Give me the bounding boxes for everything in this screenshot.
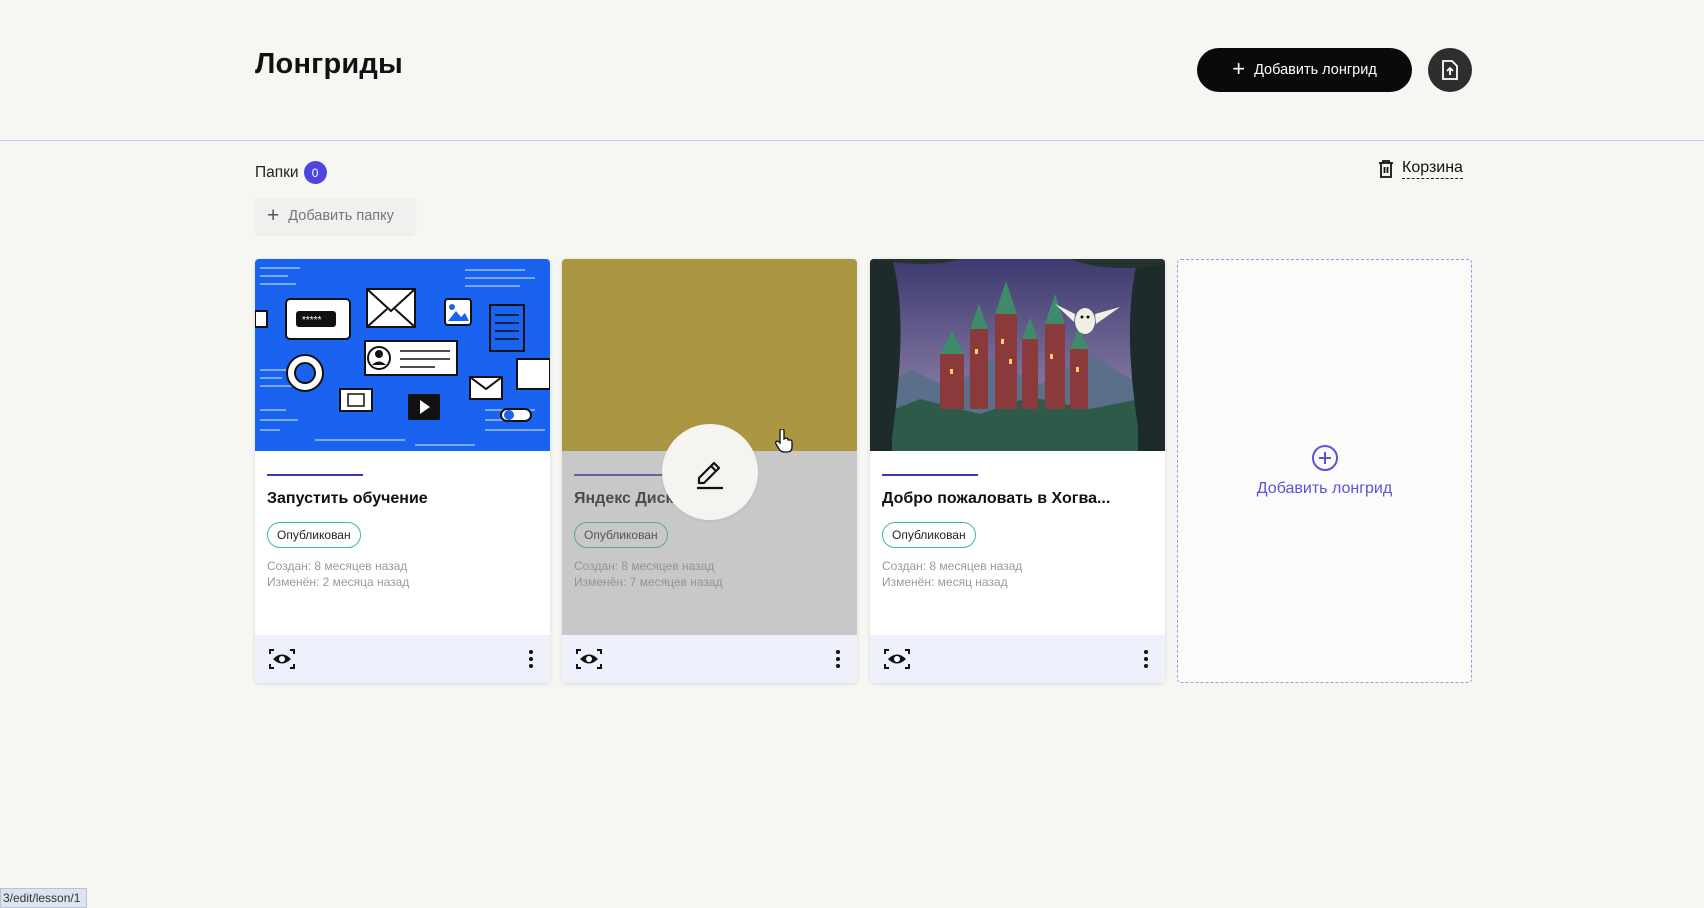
add-longread-card[interactable]: Добавить лонгрид — [1177, 259, 1472, 683]
card-modified-date: Изменён: 2 месяца назад — [267, 575, 410, 589]
eye-icon — [576, 649, 602, 669]
add-longread-card-label: Добавить лонгрид — [1256, 480, 1393, 497]
card-created-date: Создан: 8 месяцев назад — [882, 559, 1023, 573]
plus-icon: + — [267, 203, 280, 227]
folders-section-label: Папки 0 — [255, 161, 327, 184]
eye-icon — [269, 649, 295, 669]
trash-link[interactable]: Корзина — [1378, 159, 1463, 179]
add-folder-label: Добавить папку — [288, 208, 394, 224]
longread-card[interactable]: ***** Запустить обучение Опубликован Соз… — [255, 259, 550, 683]
folders-label-text: Папки — [255, 163, 299, 181]
card-accent-line — [267, 474, 363, 476]
plus-circle-icon — [1311, 445, 1338, 471]
longread-card[interactable]: Добро пожаловать в Хогва... Опубликован … — [870, 259, 1165, 683]
kebab-menu-icon — [529, 650, 533, 668]
kebab-menu-icon — [836, 650, 840, 668]
file-upload-icon — [1442, 60, 1458, 80]
add-folder-button[interactable]: + Добавить папку — [255, 198, 415, 234]
eye-icon — [884, 649, 910, 669]
trash-label: Корзина — [1402, 159, 1463, 179]
card-created-date: Создан: 8 месяцев назад — [267, 559, 408, 573]
card-cover-image: ***** — [255, 259, 550, 451]
longread-card[interactable]: Яндекс Диск Опубликован Создан: 8 месяце… — [562, 259, 857, 683]
card-footer — [255, 635, 550, 683]
pencil-icon — [697, 461, 723, 490]
card-footer — [870, 635, 1165, 683]
kebab-menu-icon — [1144, 650, 1148, 668]
preview-button[interactable] — [884, 649, 910, 669]
card-cover-image — [870, 259, 1165, 451]
export-button[interactable] — [1428, 48, 1472, 92]
card-title[interactable]: Добро пожаловать в Хогва... — [882, 490, 1153, 508]
preview-button[interactable] — [576, 649, 602, 669]
page-title: Лонгриды — [255, 48, 403, 80]
browser-status-url: 3/edit/lesson/1 — [0, 888, 88, 908]
preview-button[interactable] — [269, 649, 295, 669]
edit-button[interactable] — [662, 424, 758, 520]
more-options-button[interactable] — [835, 649, 841, 669]
card-title[interactable]: Запустить обучение — [267, 490, 538, 508]
status-badge: Опубликован — [267, 522, 361, 548]
card-meta: Создан: 8 месяцев назад Изменён: 2 месяц… — [267, 558, 538, 590]
card-footer — [562, 635, 857, 683]
header-divider — [0, 140, 1704, 141]
folders-count-badge: 0 — [303, 161, 327, 184]
card-modified-date: Изменён: месяц назад — [882, 575, 1008, 589]
card-meta: Создан: 8 месяцев назад Изменён: месяц н… — [882, 558, 1153, 590]
card-accent-line — [882, 474, 978, 476]
trash-icon — [1379, 160, 1393, 178]
add-longread-button[interactable]: + Добавить лонгрид — [1197, 48, 1412, 92]
plus-icon: + — [1232, 56, 1246, 81]
hand-cursor-icon — [775, 429, 793, 453]
more-options-button[interactable] — [1143, 649, 1149, 669]
status-badge: Опубликован — [882, 522, 976, 548]
svg-text:*****: ***** — [302, 315, 322, 326]
more-options-button[interactable] — [528, 649, 534, 669]
add-longread-label: Добавить лонгрид — [1254, 62, 1377, 78]
